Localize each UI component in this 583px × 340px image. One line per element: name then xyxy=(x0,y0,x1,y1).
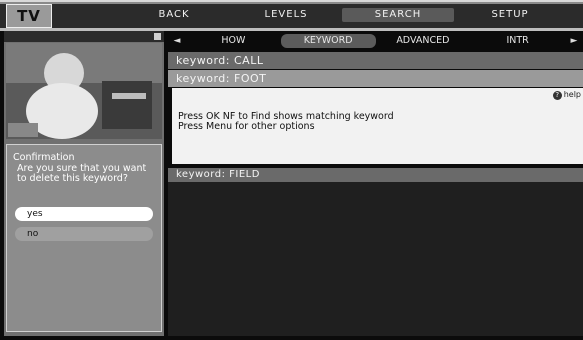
help-icon: ? xyxy=(552,91,562,100)
message-line-2: Press Menu for other options xyxy=(178,121,315,132)
video-header xyxy=(4,31,164,42)
keyword-info-panel: ? help Press OK NF to Find shows matching… xyxy=(172,88,583,164)
search-tabs: ◄ HOW KEYWORD ADVANCED INTR ► xyxy=(168,34,583,48)
top-bar: TV BACK LEVELS SEARCH SETUP xyxy=(0,0,583,31)
dialog-title: Confirmation xyxy=(13,152,75,163)
panel-message: Press OK NF to Find shows matching keywo… xyxy=(178,112,394,132)
live-video xyxy=(6,43,162,139)
tab-intr[interactable]: INTR xyxy=(470,34,565,48)
top-navigation: BACK LEVELS SEARCH SETUP xyxy=(118,8,566,22)
tab-how[interactable]: HOW xyxy=(186,34,281,48)
yes-button[interactable]: yes xyxy=(15,207,153,221)
keyword-label: keyword: FOOT xyxy=(176,72,267,85)
help-label: help xyxy=(563,90,581,99)
confirmation-dialog: Confirmation Are you sure that you want … xyxy=(6,144,162,332)
nav-back[interactable]: BACK xyxy=(118,8,230,22)
keyword-row-selected[interactable]: keyword: FOOT xyxy=(168,70,583,87)
tabs-right-arrow-icon[interactable]: ► xyxy=(565,36,583,46)
no-button[interactable]: no xyxy=(15,227,153,241)
tab-keyword[interactable]: KEYWORD xyxy=(280,34,376,48)
results-area xyxy=(168,182,583,336)
pip-toggle-icon[interactable] xyxy=(154,33,161,40)
nav-levels[interactable]: LEVELS xyxy=(230,8,342,22)
tab-advanced[interactable]: ADVANCED xyxy=(376,34,471,48)
video-frame-image xyxy=(6,43,162,139)
app-logo: TV xyxy=(6,4,52,28)
nav-setup[interactable]: SETUP xyxy=(454,8,566,22)
dialog-question: Are you sure that you want to delete thi… xyxy=(17,163,147,184)
keyword-row[interactable]: keyword: CALL xyxy=(168,52,583,69)
nav-search[interactable]: SEARCH xyxy=(342,8,454,22)
keyword-row[interactable]: keyword: FIELD xyxy=(168,168,583,182)
keyword-label: keyword: FIELD xyxy=(176,169,260,180)
help-hint[interactable]: ? help xyxy=(552,90,581,100)
keyword-label: keyword: CALL xyxy=(176,54,264,67)
tabs-left-arrow-icon[interactable]: ◄ xyxy=(168,36,186,46)
